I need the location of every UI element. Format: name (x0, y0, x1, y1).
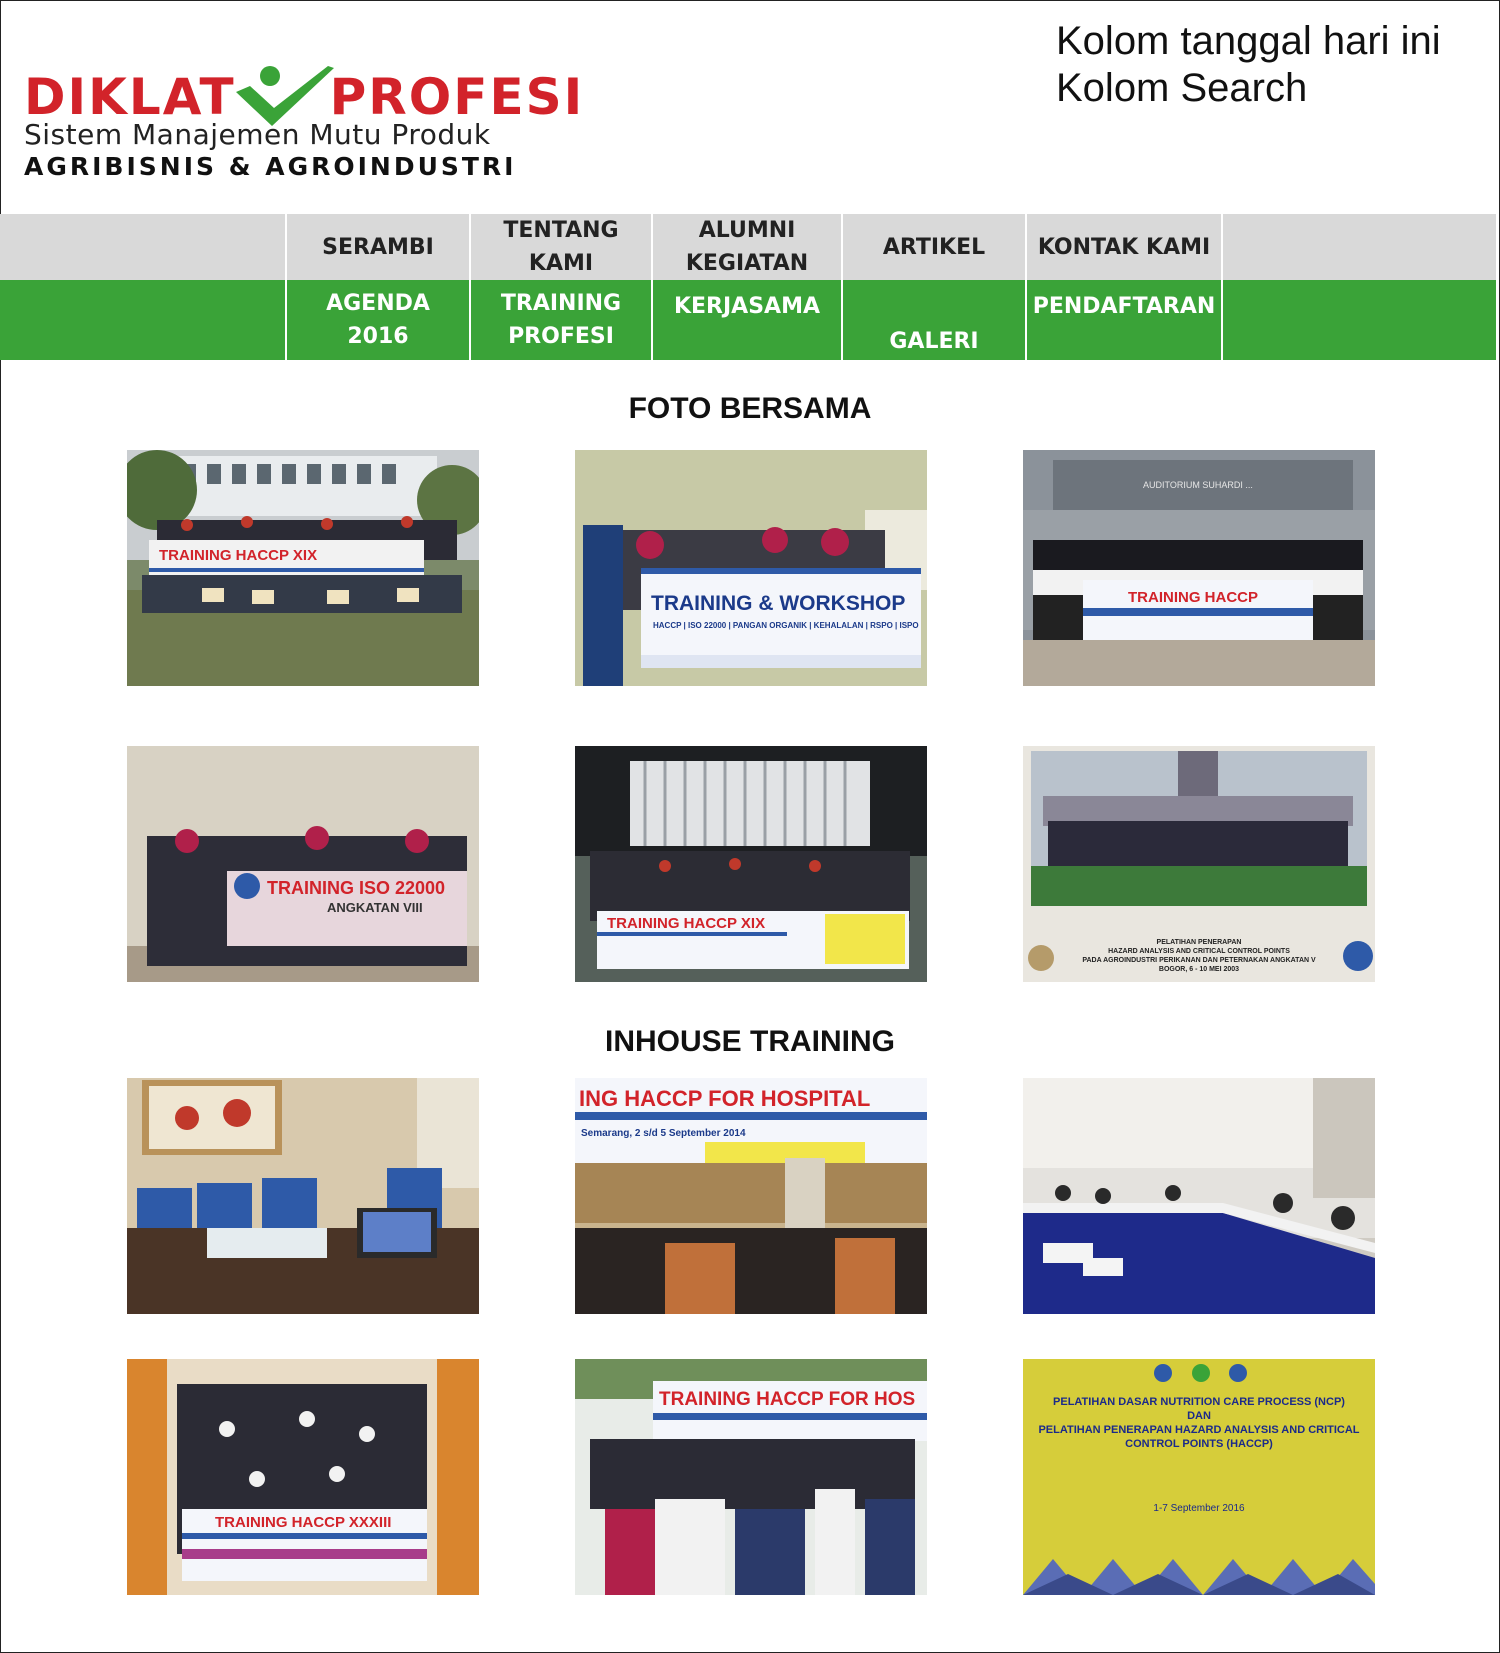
nav-artikel[interactable]: ARTIKEL (841, 214, 1025, 280)
section-title-foto-bersama: FOTO BERSAMA (628, 392, 872, 425)
banner-text: TRAINING HACCP FOR HOS (659, 1389, 915, 1410)
photo-foto-bersama-3[interactable]: AUDITORIUM SUHARDI ... TRAINING HACCP (1023, 450, 1375, 686)
photo-inhouse-2[interactable]: ING HACCP FOR HOSPITAL Semarang, 2 s/d 5… (575, 1078, 927, 1314)
poster-line-4: CONTROL POINTS (HACCP) (1125, 1438, 1273, 1450)
photo-inhouse-3[interactable] (1023, 1078, 1375, 1314)
logo-word-left: DIKLAT (24, 68, 236, 126)
banner-text: TRAINING ISO 22000 (267, 878, 445, 898)
banner-subtext: Semarang, 2 s/d 5 September 2014 (581, 1128, 746, 1139)
poster-date: 1-7 September 2016 (1153, 1503, 1245, 1514)
caption-line-1: PELATIHAN PENERAPAN (1157, 939, 1242, 946)
photo-foto-bersama-4[interactable]: TRAINING ISO 22000 ANGKATAN VIII (127, 746, 479, 982)
nav-alumni-kegiatan[interactable]: ALUMNI KEGIATAN (651, 214, 841, 280)
nav-agenda-2016[interactable]: AGENDA 2016 (285, 280, 469, 360)
nav-kerjasama[interactable]: KERJASAMA (651, 280, 841, 360)
section-title-inhouse-training: INHOUSE TRAINING (604, 1025, 895, 1058)
header-placeholder-note: Kolom tanggal hari ini Kolom Search (1056, 18, 1441, 112)
photo-inhouse-6[interactable]: PELATIHAN DASAR NUTRITION CARE PROCESS (… (1023, 1359, 1375, 1595)
logo-tagline: Sistem Manajemen Mutu Produk (24, 118, 491, 151)
caption-line-3: PADA AGROINDUSTRI PERIKANAN DAN PETERNAK… (1082, 957, 1316, 964)
nav-galeri[interactable]: GALERI (841, 280, 1025, 360)
banner-subtext: ANGKATAN VIII (327, 900, 423, 915)
nav-pendaftaran[interactable]: PENDAFTARAN (1025, 280, 1221, 360)
site-logo[interactable]: DIKLAT PROFESI Sistem Manajemen Mutu Pro… (24, 30, 582, 185)
photo-inhouse-4[interactable]: TRAINING HACCP XXXIII (127, 1359, 479, 1595)
photo-inhouse-5[interactable]: TRAINING HACCP FOR HOS (575, 1359, 927, 1595)
caption-line-4: BOGOR, 6 - 10 MEI 2003 (1159, 966, 1239, 973)
poster-line-3: PELATIHAN PENERAPAN HAZARD ANALYSIS AND … (1038, 1424, 1359, 1436)
banner-subtext: HACCP | ISO 22000 | PANGAN ORGANIK | KEH… (653, 621, 919, 630)
caption-line-2: HAZARD ANALYSIS AND CRITICAL CONTROL POI… (1108, 948, 1290, 955)
nav-serambi[interactable]: SERAMBI (285, 214, 469, 280)
poster-line-2: DAN (1187, 1410, 1211, 1422)
nav-divider (1221, 214, 1223, 360)
poster-line-1: PELATIHAN DASAR NUTRITION CARE PROCESS (… (1053, 1396, 1345, 1408)
nav-training-profesi[interactable]: TRAINING PROFESI (469, 280, 651, 360)
date-column-placeholder: Kolom tanggal hari ini (1056, 19, 1441, 63)
nav-kontak-kami[interactable]: KONTAK KAMI (1025, 214, 1221, 280)
banner-text: TRAINING HACCP XIX (159, 547, 317, 564)
nav-tentang-kami[interactable]: TENTANG KAMI (469, 214, 651, 280)
search-column-placeholder[interactable]: Kolom Search (1056, 65, 1441, 112)
logo-word-right: PROFESI (329, 68, 585, 126)
photo-foto-bersama-5[interactable]: TRAINING HACCP XIX (575, 746, 927, 982)
banner-text: TRAINING & WORKSHOP (651, 592, 905, 615)
logo-subtitle: AGRIBISNIS & AGROINDUSTRI (24, 152, 517, 181)
banner-text: TRAINING HACCP (1128, 589, 1258, 606)
photo-foto-bersama-6[interactable]: PELATIHAN PENERAPAN HAZARD ANALYSIS AND … (1023, 746, 1375, 982)
banner-text: TRAINING HACCP XXXIII (215, 1514, 391, 1531)
photo-foto-bersama-1[interactable]: TRAINING HACCP XIX (127, 450, 479, 686)
photo-foto-bersama-2[interactable]: TRAINING & WORKSHOP HACCP | ISO 22000 | … (575, 450, 927, 686)
banner-text: ING HACCP FOR HOSPITAL (579, 1086, 870, 1111)
building-sign-text: AUDITORIUM SUHARDI ... (1143, 480, 1253, 490)
photo-inhouse-1[interactable] (127, 1078, 479, 1314)
banner-text: TRAINING HACCP XIX (607, 915, 765, 932)
